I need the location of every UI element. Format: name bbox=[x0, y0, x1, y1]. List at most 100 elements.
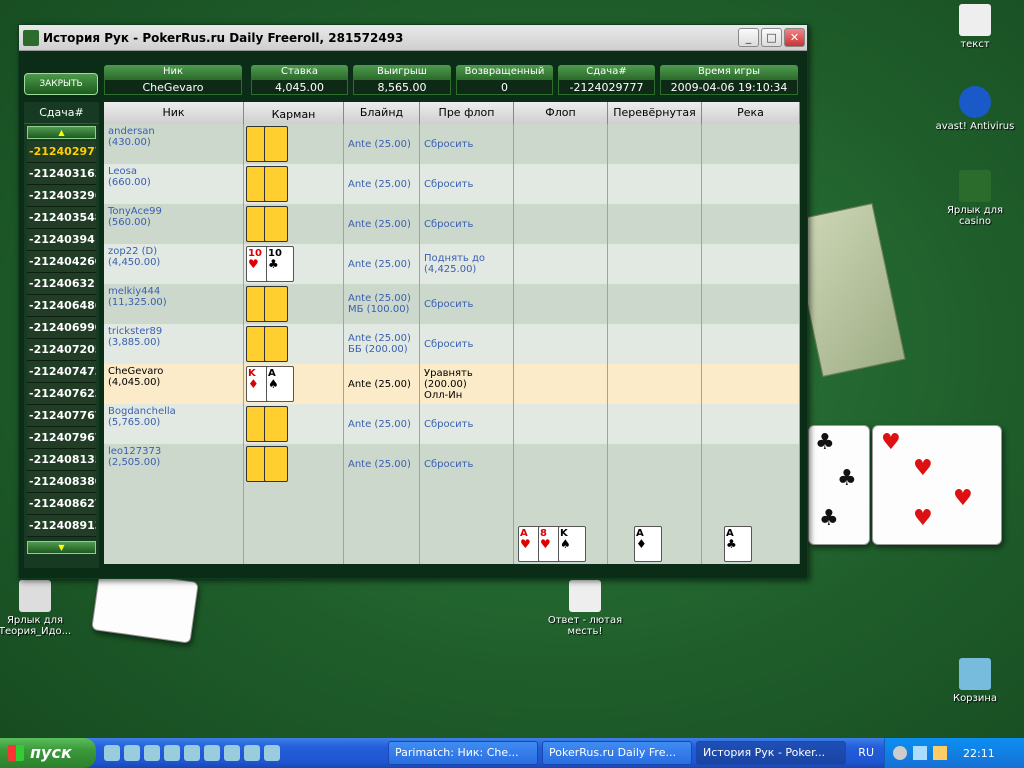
player-cell[interactable]: CheGevaro (4,045.00) bbox=[104, 364, 244, 404]
player-cell[interactable]: leo127373 (2,505.00) bbox=[104, 444, 244, 484]
hand-list-item[interactable]: -2124063213 bbox=[27, 273, 96, 295]
hand-list-item[interactable]: -2124074739 bbox=[27, 361, 96, 383]
player-cell[interactable]: melkiy444 (11,325.00) bbox=[104, 284, 244, 324]
board-river: A ♣ bbox=[702, 524, 800, 564]
player-nick: CheGevaro bbox=[108, 366, 164, 377]
blind-action: ББ (200.00) bbox=[348, 344, 408, 355]
hand-list-item[interactable]: -2124077671 bbox=[27, 405, 96, 427]
hand-list-items: -2124029777-2124031637-2124032969-212403… bbox=[24, 141, 99, 537]
tray-icon[interactable] bbox=[913, 746, 927, 760]
blind-cell: Ante (25.00) МБ (100.00) bbox=[344, 284, 420, 324]
player-cell[interactable]: TonyAce99 (560.00) bbox=[104, 204, 244, 244]
skype-icon[interactable] bbox=[264, 745, 280, 761]
desktop-icon-mp3[interactable]: Ответ - лютая месть! bbox=[540, 580, 630, 637]
desktop-icon-recycle-bin[interactable]: Корзина bbox=[930, 658, 1020, 704]
hand-list: Сдача# ▲ -2124029777-2124031637-21240329… bbox=[24, 102, 99, 568]
empty-cell bbox=[608, 484, 702, 524]
task-pokerrus[interactable]: PokerRus.ru Daily Fre... bbox=[542, 741, 692, 765]
player-stack: (4,450.00) bbox=[108, 257, 161, 268]
hand-list-item[interactable]: -2124031637 bbox=[27, 163, 96, 185]
warning-icon[interactable] bbox=[244, 745, 260, 761]
column-header[interactable]: Перевёрнутая bbox=[608, 102, 702, 124]
hand-list-item[interactable]: -2124029777 bbox=[27, 141, 96, 163]
mp3-icon bbox=[569, 580, 601, 612]
maximize-button[interactable]: □ bbox=[761, 28, 782, 47]
hand-list-item[interactable]: -2124035480 bbox=[27, 207, 96, 229]
table-row: andersan (430.00) Ante (25.00) Сбросить bbox=[104, 124, 800, 164]
desktop-icon-theory[interactable]: Ярлык для Теория_Идо... bbox=[0, 580, 80, 637]
hand-list-item[interactable]: -2124042600 bbox=[27, 251, 96, 273]
flop-cell bbox=[514, 364, 608, 404]
scroll-up-arrow[interactable]: ▲ bbox=[27, 126, 96, 139]
hand-list-item[interactable]: -2124032969 bbox=[27, 185, 96, 207]
summary-label: Время игры bbox=[660, 65, 798, 79]
playing-card-decor: ♥ ♥ ♥ ♥ bbox=[872, 425, 1002, 545]
preflop-cell: Сбросить bbox=[420, 324, 514, 364]
table-header: Ник Карман Блайнд Пре флоп Флоп Перевёрнутая Р… bbox=[104, 102, 800, 124]
outlook-icon[interactable] bbox=[204, 745, 220, 761]
scroll-down-arrow[interactable]: ▼ bbox=[27, 541, 96, 554]
close-button[interactable]: ЗАКРЫТЬ bbox=[24, 73, 98, 95]
player-cell[interactable]: andersan (430.00) bbox=[104, 124, 244, 164]
column-header[interactable]: Флоп bbox=[514, 102, 608, 124]
card-suit: ♦ bbox=[636, 537, 647, 551]
hand-list-item[interactable]: -2124069905 bbox=[27, 317, 96, 339]
minimize-button[interactable]: _ bbox=[738, 28, 759, 47]
player-nick: zop22 (D) bbox=[108, 246, 158, 257]
hand-list-item[interactable]: -2124072057 bbox=[27, 339, 96, 361]
blind-action: Ante (25.00) bbox=[348, 218, 411, 230]
window-close-button[interactable]: ✕ bbox=[784, 28, 805, 47]
avast-icon bbox=[959, 86, 991, 118]
pocket-cards bbox=[244, 444, 344, 484]
blind-action: Ante (25.00) bbox=[348, 178, 411, 190]
hand-list-item[interactable]: -2124039419 bbox=[27, 229, 96, 251]
empty-cell bbox=[702, 484, 800, 524]
player-cell[interactable]: Leosa (660.00) bbox=[104, 164, 244, 204]
desktop-icon-avast[interactable]: avast! Antivirus bbox=[930, 86, 1020, 132]
column-header[interactable]: Река bbox=[702, 102, 800, 124]
network-icon[interactable] bbox=[144, 745, 160, 761]
blind-action: Ante (25.00) bbox=[348, 378, 411, 390]
tray-icon[interactable] bbox=[933, 746, 947, 760]
empty-cell bbox=[104, 484, 244, 524]
start-button[interactable]: пуск bbox=[0, 738, 96, 768]
language-indicator[interactable]: RU bbox=[858, 746, 874, 759]
column-header[interactable]: Блайнд bbox=[344, 102, 420, 124]
player-cell[interactable]: trickster89 (3,885.00) bbox=[104, 324, 244, 364]
opera-icon[interactable] bbox=[124, 745, 140, 761]
taskbar: пуск Parimatch: Ник: Che... PokerRus.ru … bbox=[0, 738, 1024, 768]
task-parimatch[interactable]: Parimatch: Ник: Che... bbox=[388, 741, 538, 765]
playing-card-decor: ♣ ♣ ♣ bbox=[808, 425, 870, 545]
column-header[interactable]: Пре флоп bbox=[420, 102, 514, 124]
save-icon[interactable] bbox=[224, 745, 240, 761]
turn-cell bbox=[608, 364, 702, 404]
flop-cell bbox=[514, 404, 608, 444]
desktop-icon-casino[interactable]: Ярлык для casino bbox=[930, 170, 1020, 227]
player-nick: andersan bbox=[108, 126, 155, 137]
turn-cell bbox=[608, 204, 702, 244]
hand-list-item[interactable]: -2124064869 bbox=[27, 295, 96, 317]
player-cell[interactable]: zop22 (D) (4,450.00) bbox=[104, 244, 244, 284]
hand-list-item[interactable]: -2124076233 bbox=[27, 383, 96, 405]
firefox-icon[interactable] bbox=[104, 745, 120, 761]
hand-list-item[interactable]: -2124089130 bbox=[27, 515, 96, 537]
column-header[interactable]: Ник bbox=[104, 102, 244, 124]
empty-cell bbox=[344, 524, 420, 564]
column-header[interactable]: Карман bbox=[244, 102, 344, 124]
tray-icon[interactable] bbox=[893, 746, 907, 760]
hand-list-item[interactable]: -2124086273 bbox=[27, 493, 96, 515]
river-cell bbox=[702, 244, 800, 284]
ie-icon[interactable] bbox=[184, 745, 200, 761]
summary-label: Сдача# bbox=[558, 65, 655, 79]
window-titlebar[interactable]: История Рук - PokerRus.ru Daily Freeroll… bbox=[19, 25, 807, 51]
card-back bbox=[264, 126, 288, 162]
player-cell[interactable]: Bogdanchella (5,765.00) bbox=[104, 404, 244, 444]
desktop-icon-text[interactable]: текст bbox=[930, 4, 1020, 50]
hand-list-item[interactable]: -2124081350 bbox=[27, 449, 96, 471]
card-back bbox=[264, 446, 288, 482]
task-hand-history[interactable]: История Рук - Poker... bbox=[696, 741, 846, 765]
hand-list-item[interactable]: -2124079675 bbox=[27, 427, 96, 449]
audio-icon[interactable] bbox=[164, 745, 180, 761]
hand-list-item[interactable]: -2124083802 bbox=[27, 471, 96, 493]
card-suit: ♠ bbox=[268, 377, 279, 391]
